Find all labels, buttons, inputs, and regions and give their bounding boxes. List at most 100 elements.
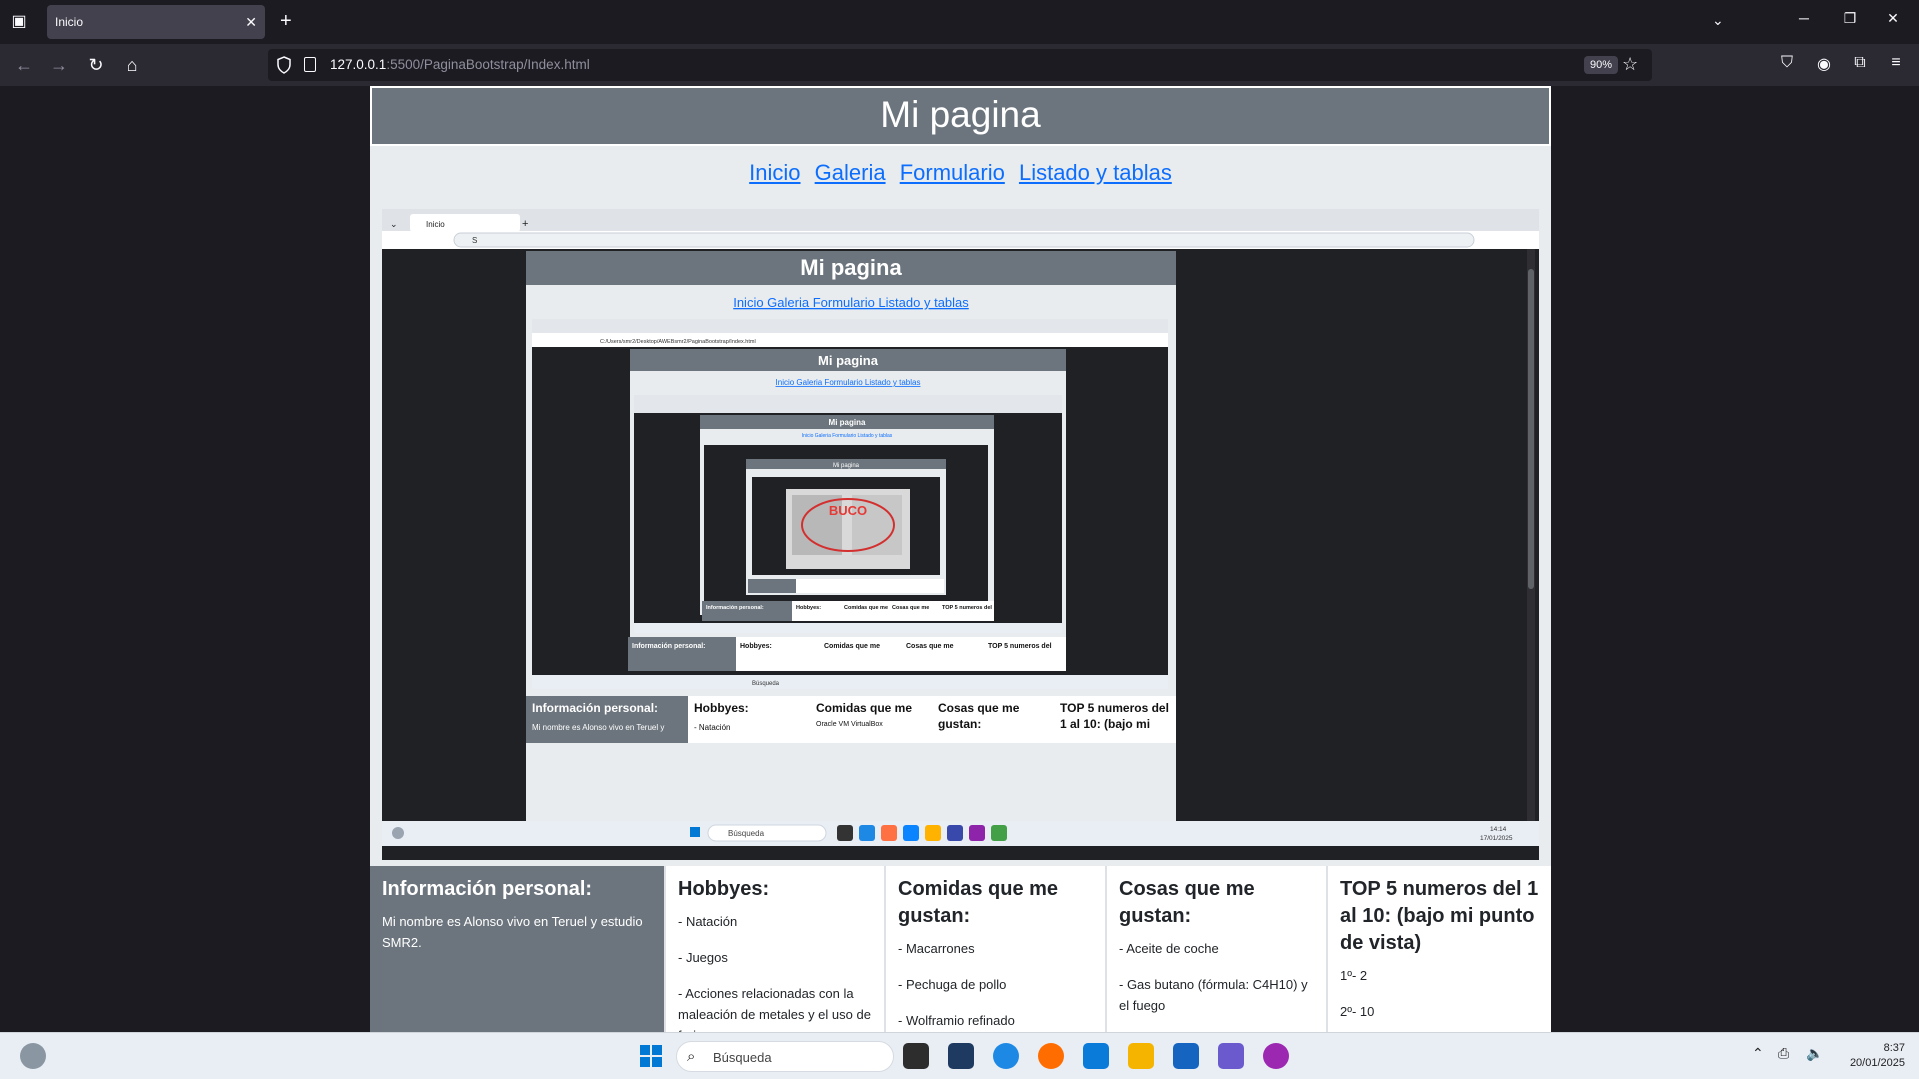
reload-icon[interactable]: ↻ xyxy=(84,53,108,77)
svg-text:Información personal:: Información personal: xyxy=(532,701,658,715)
bookmark-star-icon[interactable]: ☆ xyxy=(1622,54,1638,75)
svg-text:TOP 5 numeros del: TOP 5 numeros del xyxy=(988,643,1052,650)
hobbies-column: Hobbyes: - Natación - Juegos - Acciones … xyxy=(666,866,886,1032)
svg-text:1 al 10: (bajo mi: 1 al 10: (bajo mi xyxy=(1060,717,1150,731)
svg-text:Hobbyes:: Hobbyes: xyxy=(740,643,772,650)
svg-text:Mi pagina: Mi pagina xyxy=(829,418,866,427)
nav-link-galeria[interactable]: Galeria xyxy=(815,160,886,185)
tab-strip: ▣ Inicio ✕ + ⌄ ─ ❐ ✕ xyxy=(0,0,1919,44)
zoom-badge[interactable]: 90% xyxy=(1584,56,1619,74)
list-item: 1º- 2 xyxy=(1340,968,1368,983)
clock-date: 20/01/2025 xyxy=(1849,1057,1905,1069)
hobbies-title: Hobbyes: xyxy=(678,878,770,900)
taskbar-search[interactable]: ⌕ Búsqueda xyxy=(676,1041,894,1072)
virtualbox-icon[interactable] xyxy=(948,1043,974,1069)
svg-text:Mi pagina: Mi pagina xyxy=(818,353,879,368)
svg-text:Inicio Galeria Formulario L: Inicio Galeria Formulario Listado y tabl… xyxy=(802,433,893,439)
nav-link-formulario[interactable]: Formulario xyxy=(900,160,1005,185)
url-bar[interactable]: 127.0.0.1:5500/PaginaBootstrap/Index.htm… xyxy=(268,49,1652,81)
app-icon[interactable] xyxy=(1263,1043,1289,1069)
m365-icon[interactable] xyxy=(1218,1043,1244,1069)
forward-icon[interactable]: → xyxy=(47,53,71,77)
url-text[interactable]: 127.0.0.1:5500/PaginaBootstrap/Index.htm… xyxy=(330,57,590,72)
recursive-screenshot-image: Inicio ⌄ + S Mi pagina Inicio Galeria Fo… xyxy=(382,209,1539,860)
widgets-icon[interactable] xyxy=(20,1043,46,1069)
back-icon[interactable]: ← xyxy=(12,53,36,77)
svg-text:Cosas que me: Cosas que me xyxy=(892,605,929,611)
list-item: - Acciones relacionadas con la maleación… xyxy=(678,986,871,1032)
minimize-icon[interactable]: ─ xyxy=(1789,10,1819,26)
info-title: Información personal: xyxy=(382,878,593,900)
extensions-icon[interactable]: ⧉ xyxy=(1849,54,1871,72)
taskbar: ⌕ Búsqueda ⌃ ⎙ 🔈 8:37 20/01/2025 xyxy=(0,1032,1919,1079)
page-nav: Inicio Galeria Formulario Listado y tabl… xyxy=(370,160,1551,186)
restore-icon[interactable]: ❐ xyxy=(1835,10,1865,27)
chevron-down-icon[interactable]: ⌄ xyxy=(1712,12,1724,29)
chevron-up-icon[interactable]: ⌃ xyxy=(1752,1045,1764,1062)
account-icon[interactable]: ◉ xyxy=(1813,54,1835,74)
page-viewport: Mi pagina Inicio Galeria Formulario List… xyxy=(0,86,1919,1032)
svg-text:Cosas que me: Cosas que me xyxy=(938,701,1020,715)
info-column: Información personal: Mi nombre es Alons… xyxy=(370,866,666,1032)
info-text: Mi nombre es Alonso vivo en Teruel y est… xyxy=(382,914,643,950)
svg-text:14:14: 14:14 xyxy=(1490,826,1507,833)
svg-text:Oracle VM VirtualBox: Oracle VM VirtualBox xyxy=(816,721,883,728)
file-explorer-icon[interactable] xyxy=(1128,1043,1154,1069)
svg-text:17/01/2025: 17/01/2025 xyxy=(1480,835,1513,842)
start-icon[interactable] xyxy=(638,1043,664,1069)
svg-text:Mi pagina: Mi pagina xyxy=(833,463,860,469)
top-column: TOP 5 numeros del 1 al 10: (bajo mi punt… xyxy=(1328,866,1551,1032)
clock-time: 8:37 xyxy=(1883,1042,1905,1054)
list-item: 2º- 10 xyxy=(1340,1004,1375,1019)
list-item: - Macarrones xyxy=(898,941,975,956)
svg-text:Inicio: Inicio xyxy=(426,220,445,229)
svg-text:Hobbyes:: Hobbyes: xyxy=(694,701,749,715)
svg-text:- Natación: - Natación xyxy=(694,723,730,732)
svg-text:TOP 5 numeros del: TOP 5 numeros del xyxy=(942,605,992,611)
new-tab-icon[interactable]: + xyxy=(280,10,292,32)
store-icon[interactable] xyxy=(1173,1043,1199,1069)
close-tab-icon[interactable]: ✕ xyxy=(245,14,257,31)
shield-icon[interactable] xyxy=(276,56,292,74)
svg-text:Información personal:: Información personal: xyxy=(632,643,706,650)
menu-icon[interactable]: ≡ xyxy=(1885,54,1907,72)
vscode-icon[interactable] xyxy=(1083,1043,1109,1069)
page-header: Mi pagina xyxy=(370,86,1551,146)
svg-text:⌄: ⌄ xyxy=(390,219,398,229)
svg-text:Búsqueda: Búsqueda xyxy=(752,681,780,687)
network-icon[interactable]: ⎙ xyxy=(1778,1045,1789,1062)
top-title: TOP 5 numeros del 1 al 10: (bajo mi punt… xyxy=(1340,878,1539,954)
svg-text:Información personal:: Información personal: xyxy=(706,605,764,611)
volume-icon[interactable]: 🔈 xyxy=(1806,1045,1823,1062)
svg-text:Hobbyes:: Hobbyes: xyxy=(796,605,821,611)
pocket-icon[interactable]: ⛉ xyxy=(1776,54,1798,72)
svg-text:+: + xyxy=(522,218,528,230)
nav-link-listado[interactable]: Listado y tablas xyxy=(1019,160,1172,185)
list-item: - Wolframio refinado xyxy=(898,1013,1015,1028)
cosas-column: Cosas que me gustan: - Aceite de coche -… xyxy=(1107,866,1328,1032)
svg-text:gustan:: gustan: xyxy=(938,717,981,731)
cosas-title: Cosas que me gustan: xyxy=(1119,878,1255,927)
svg-text:Cosas que me: Cosas que me xyxy=(906,643,954,650)
nav-link-inicio[interactable]: Inicio xyxy=(749,160,800,185)
clock[interactable]: 8:37 20/01/2025 xyxy=(1835,1041,1905,1071)
info-columns: Información personal: Mi nombre es Alons… xyxy=(370,866,1551,1032)
svg-text:Mi nombre es Alonso vivo en Te: Mi nombre es Alonso vivo en Teruel y xyxy=(532,723,664,732)
svg-text:Comidas que me: Comidas que me xyxy=(824,643,880,650)
list-item: - Aceite de coche xyxy=(1119,941,1219,956)
svg-text:Inicio Galeria Formulario L: Inicio Galeria Formulario Listado y tabl… xyxy=(733,295,969,310)
comidas-title: Comidas que me gustan: xyxy=(898,878,1059,927)
active-tab[interactable]: Inicio ✕ xyxy=(47,5,265,39)
firefox-icon[interactable] xyxy=(1038,1043,1064,1069)
page-title: Mi pagina xyxy=(880,94,1041,135)
list-item: - Pechuga de pollo xyxy=(898,977,1007,992)
tab-title: Inicio xyxy=(55,15,84,29)
svg-text:Búsqueda: Búsqueda xyxy=(728,829,765,838)
home-icon[interactable]: ⌂ xyxy=(120,53,144,77)
task-view-icon[interactable] xyxy=(903,1043,929,1069)
edge-icon[interactable] xyxy=(993,1043,1019,1069)
page-icon xyxy=(304,57,316,72)
tab-list-icon[interactable]: ▣ xyxy=(8,11,30,33)
close-window-icon[interactable]: ✕ xyxy=(1878,10,1908,27)
taskbar-search-placeholder: Búsqueda xyxy=(713,1050,772,1065)
